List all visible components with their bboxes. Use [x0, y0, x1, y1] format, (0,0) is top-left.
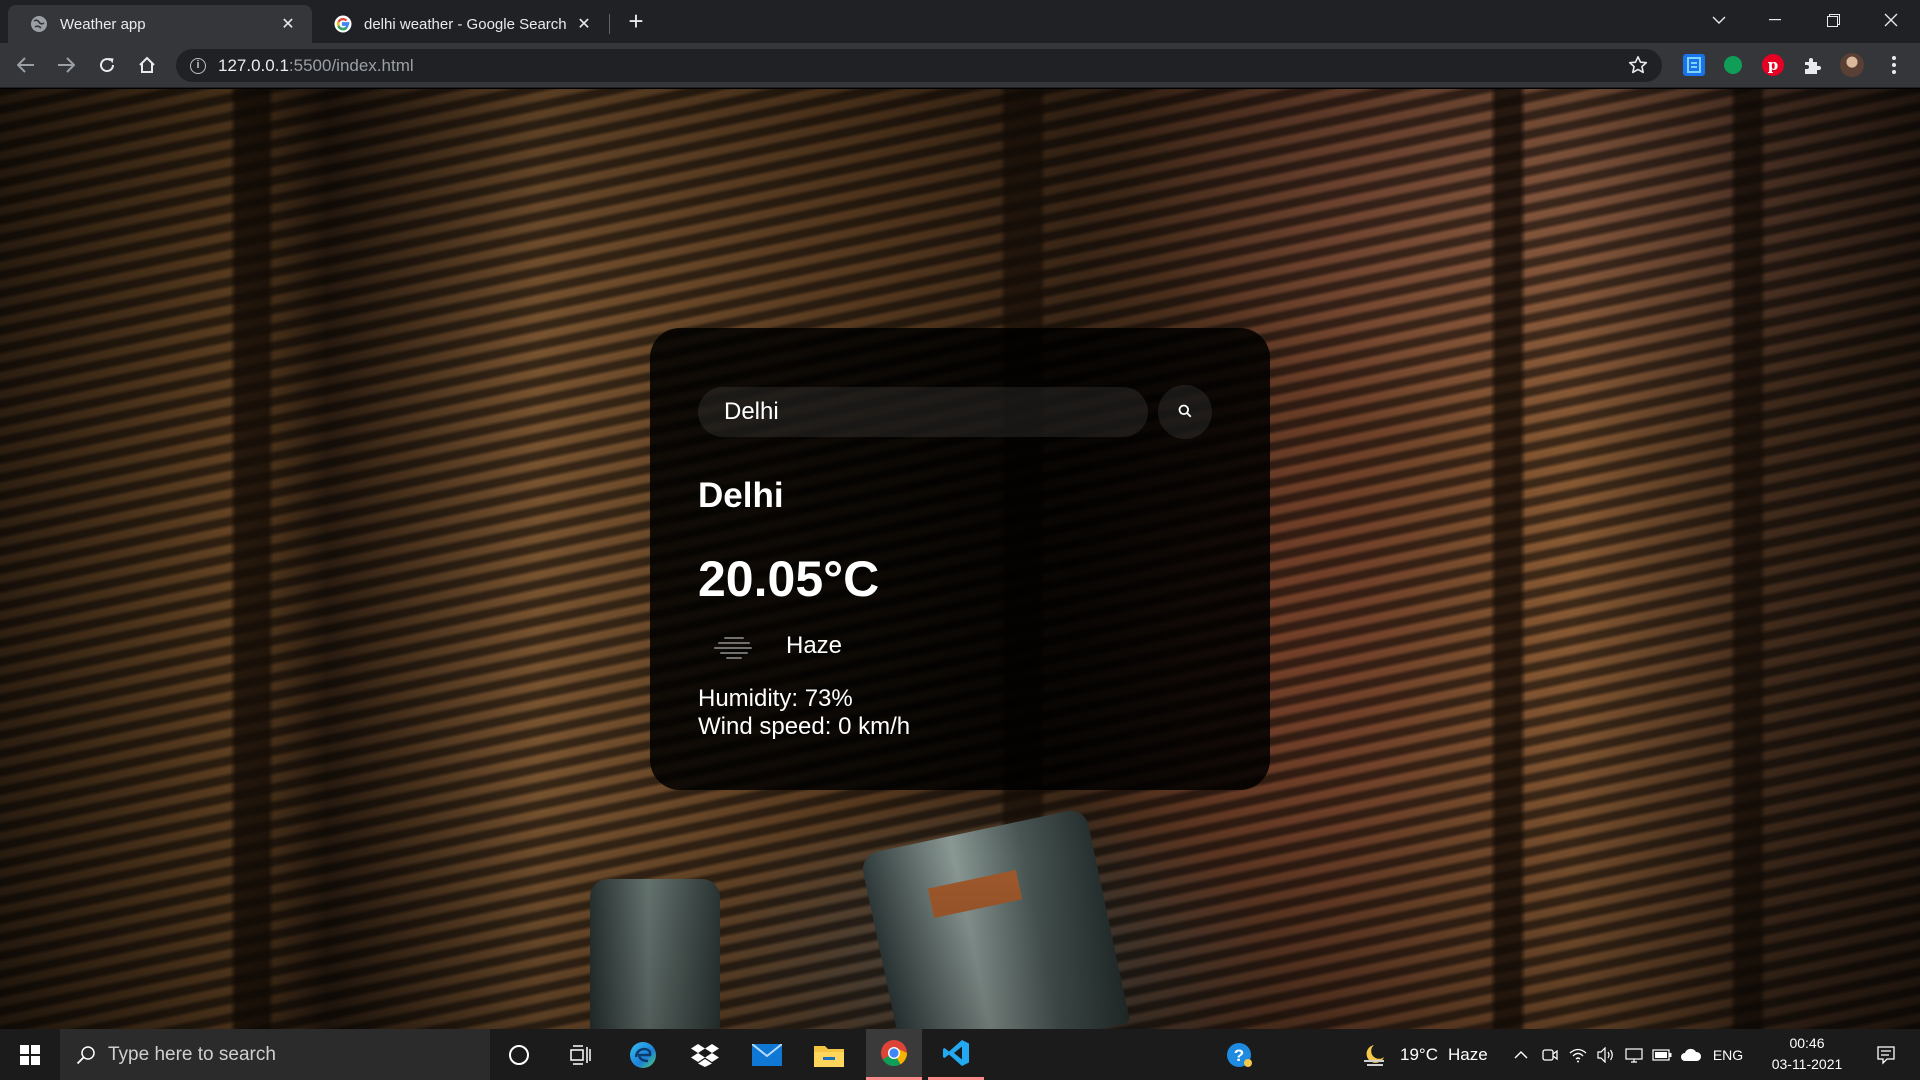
document-extension-icon[interactable] [1683, 54, 1705, 76]
volume-icon[interactable] [1594, 1029, 1618, 1080]
wind-speed-text: Wind speed: 0 km/h [698, 713, 911, 740]
haze-icon [710, 628, 766, 664]
weather-description-row: Haze [698, 628, 842, 664]
vscode-icon[interactable] [928, 1029, 984, 1080]
taskbar-weather-condition: Haze [1447, 1044, 1488, 1064]
windows-taskbar: Type here to search ? 19°C Haze ENG 00:4… [0, 1029, 1920, 1080]
mail-icon[interactable] [742, 1029, 792, 1080]
tab-google-search[interactable]: delhi weather - Google Search ✕ [312, 5, 608, 43]
dropbox-icon[interactable] [680, 1029, 730, 1080]
reload-button[interactable] [91, 49, 123, 81]
moon-icon [1362, 1043, 1388, 1067]
minimize-button[interactable] [1752, 0, 1798, 40]
browser-toolbar: i 127.0.0.1:5500/index.html p [0, 43, 1920, 88]
search-button[interactable] [1158, 385, 1212, 439]
file-explorer-icon[interactable] [804, 1029, 854, 1080]
system-clock[interactable]: 00:46 03-11-2021 [1748, 1033, 1866, 1075]
address-bar[interactable]: i 127.0.0.1:5500/index.html [176, 49, 1662, 82]
windows-start-icon[interactable] [0, 1029, 60, 1080]
new-tab-button[interactable]: + [622, 8, 650, 36]
search-icon [76, 1045, 96, 1065]
taskbar-search-placeholder: Type here to search [108, 1043, 276, 1065]
search-bar [698, 385, 1220, 439]
globe-icon [30, 15, 48, 33]
show-hidden-icons-chevron-icon[interactable] [1510, 1029, 1532, 1080]
tab-search-chevron-icon[interactable] [1696, 0, 1742, 40]
clock-date: 03-11-2021 [1771, 1056, 1843, 1072]
input-language[interactable]: ENG [1708, 1029, 1748, 1080]
tab-title: delhi weather - Google Search [364, 15, 567, 33]
weather-widget[interactable]: 19°C Haze [1362, 1029, 1502, 1080]
close-tab-icon[interactable]: ✕ [574, 14, 594, 34]
url-host: 127.0.0.1 [218, 55, 289, 75]
search-icon [1178, 404, 1192, 421]
restore-button[interactable] [1810, 0, 1856, 40]
page-viewport: Delhi 20.05°C Haze Humidity: 73% Wind sp… [0, 89, 1920, 1029]
green-dot-extension-icon[interactable] [1723, 55, 1743, 75]
bookmark-star-icon[interactable] [1628, 55, 1648, 80]
google-icon [334, 15, 352, 33]
close-window-button[interactable] [1868, 0, 1914, 40]
tab-weather-app[interactable]: Weather app ✕ [8, 5, 312, 43]
svg-text:?: ? [1234, 1046, 1244, 1065]
browser-tab-strip: Weather app ✕ delhi weather - Google Sea… [0, 0, 1920, 43]
tab-title: Weather app [60, 15, 146, 33]
forward-button[interactable] [50, 49, 82, 81]
wifi-icon[interactable] [1566, 1029, 1590, 1080]
pinterest-icon[interactable]: p [1762, 54, 1784, 76]
help-icon[interactable]: ? [1222, 1029, 1256, 1080]
cortana-icon[interactable] [494, 1029, 544, 1080]
task-view-icon[interactable] [556, 1029, 606, 1080]
notifications-icon[interactable] [1866, 1029, 1906, 1080]
url-path: :5500/index.html [288, 55, 414, 75]
tab-divider [609, 14, 610, 34]
city-search-input[interactable] [698, 387, 1148, 437]
clock-time: 00:46 [1789, 1035, 1825, 1051]
profile-avatar[interactable] [1840, 53, 1864, 77]
weather-description: Haze [786, 632, 843, 659]
menu-kebab-icon[interactable] [1878, 49, 1910, 81]
weather-card: Delhi 20.05°C Haze Humidity: 73% Wind sp… [650, 328, 1270, 790]
site-info-icon[interactable]: i [190, 57, 206, 74]
puzzle-icon[interactable] [1802, 54, 1824, 76]
temperature: 20.05°C [698, 551, 880, 607]
display-icon[interactable] [1622, 1029, 1646, 1080]
back-button[interactable] [10, 49, 42, 81]
taskbar-weather-temp: 19°C [1400, 1044, 1438, 1064]
chrome-icon[interactable] [866, 1029, 922, 1080]
city-name: Delhi [698, 476, 784, 515]
taskbar-search-box[interactable]: Type here to search [60, 1029, 490, 1080]
battery-icon[interactable] [1650, 1029, 1674, 1080]
close-tab-icon[interactable]: ✕ [278, 14, 298, 34]
humidity-text: Humidity: 73% [698, 685, 853, 712]
home-button[interactable] [131, 49, 163, 81]
onedrive-icon[interactable] [1678, 1029, 1704, 1080]
meet-now-icon[interactable] [1538, 1029, 1562, 1080]
edge-icon[interactable] [618, 1029, 668, 1080]
